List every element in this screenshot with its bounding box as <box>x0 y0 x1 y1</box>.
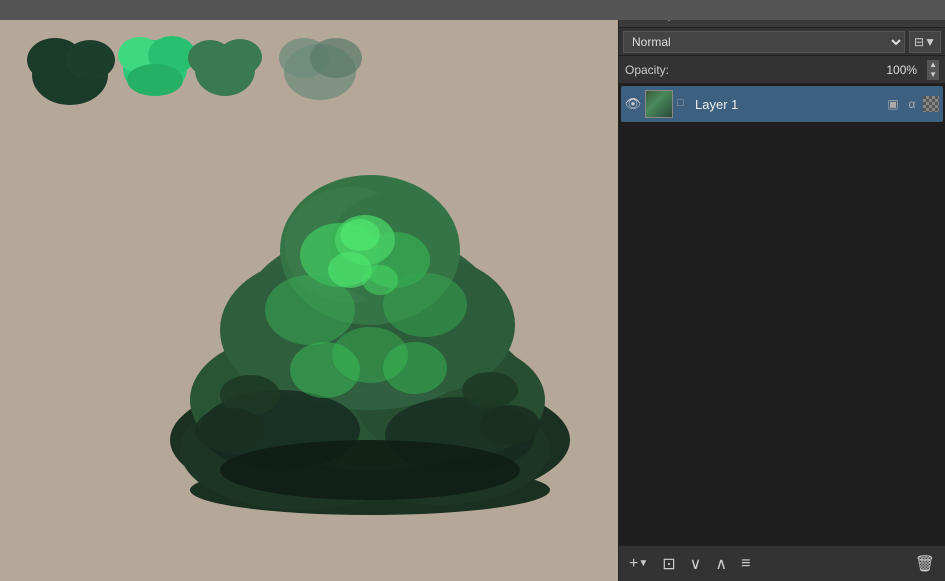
filter-button[interactable]: ⊟ ▼ <box>909 31 941 53</box>
add-layer-button[interactable]: + ▼ <box>625 553 652 575</box>
top-bar <box>0 0 945 20</box>
opacity-row: Opacity: 100% ▲ ▼ <box>619 56 945 84</box>
filter-dropdown-icon: ▼ <box>924 35 936 49</box>
group-layers-button[interactable]: ⊡ <box>658 552 679 576</box>
opacity-spinner[interactable]: ▲ ▼ <box>927 60 939 80</box>
move-layer-up-button[interactable]: ∧ <box>711 552 731 576</box>
opacity-down[interactable]: ▼ <box>927 70 939 80</box>
move-layer-down-button[interactable]: ∨ <box>686 552 706 576</box>
layer-item[interactable]: 👁 □ Layer 1 ▣ α <box>621 86 943 122</box>
blend-mode-row: Normal Multiply Screen Overlay ⊟ ▼ <box>619 28 945 56</box>
move-up-icon: ∧ <box>715 554 727 574</box>
opacity-up[interactable]: ▲ <box>927 60 939 70</box>
paint-canvas <box>0 0 618 581</box>
layer-action-icons: ▣ α <box>885 96 939 112</box>
properties-icon: ≡ <box>741 555 750 573</box>
layer-checker-icon[interactable] <box>923 96 939 112</box>
group-icon: ⊡ <box>662 554 675 574</box>
layers-list: 👁 □ Layer 1 ▣ α <box>619 84 945 545</box>
opacity-value: 100% <box>675 63 917 77</box>
layer-lock-icon[interactable]: □ <box>677 97 691 111</box>
layer-name[interactable]: Layer 1 <box>695 97 881 112</box>
layer-mask-icon[interactable]: ▣ <box>885 97 901 111</box>
filter-icon: ⊟ <box>914 35 924 49</box>
blend-mode-select[interactable]: Normal Multiply Screen Overlay <box>623 31 905 53</box>
add-layer-icon: + <box>629 555 638 573</box>
layer-properties-button[interactable]: ≡ <box>737 553 754 575</box>
layer-thumbnail <box>645 90 673 118</box>
add-dropdown-icon: ▼ <box>638 558 648 569</box>
delete-icon: 🗑 <box>915 554 935 574</box>
canvas-area <box>0 0 618 581</box>
opacity-label: Opacity: <box>625 63 669 77</box>
delete-layer-button[interactable]: 🗑 <box>911 552 939 576</box>
move-down-icon: ∨ <box>690 554 702 574</box>
layers-toolbar: + ▼ ⊡ ∨ ∧ ≡ 🗑 <box>619 545 945 581</box>
layer-visibility-toggle[interactable]: 👁 <box>625 96 641 112</box>
eye-icon: 👁 <box>625 96 642 112</box>
layer-alpha-icon[interactable]: α <box>904 97 920 111</box>
layers-panel: ▼ ⊞ Layers ⧉ ✕ Normal Multiply Screen Ov… <box>618 0 945 581</box>
